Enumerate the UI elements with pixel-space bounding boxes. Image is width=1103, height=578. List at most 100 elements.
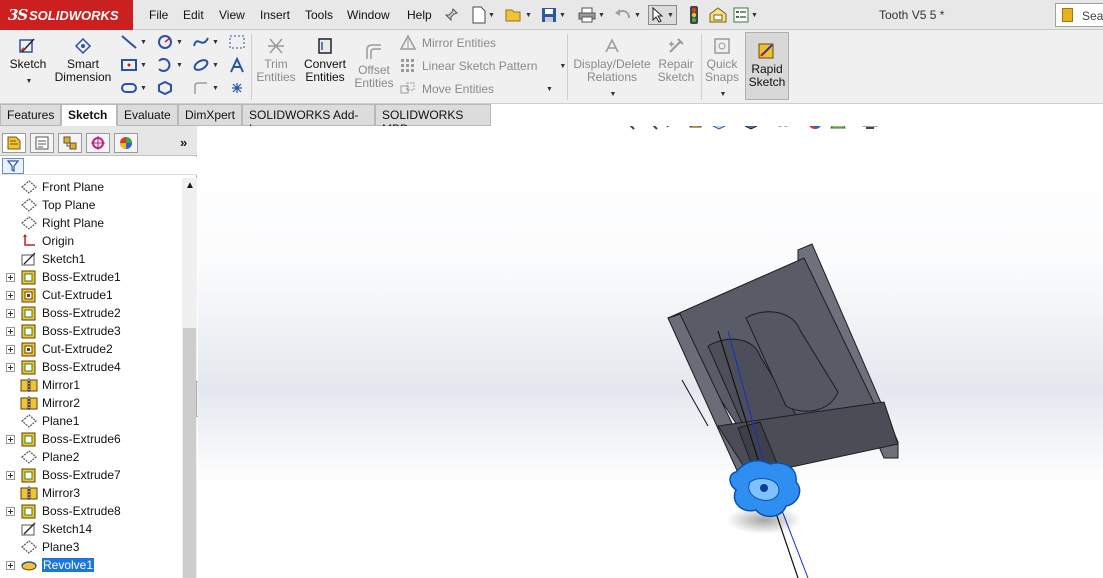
expand-toggle-icon[interactable] — [6, 345, 15, 354]
print-icon[interactable]: ▼ — [578, 5, 605, 25]
select-pointer-icon[interactable]: ▼ — [648, 5, 677, 25]
options-icon[interactable]: ▼ — [733, 5, 758, 25]
tab-solidworks-add-ins[interactable]: SOLIDWORKS Add-Ins — [242, 104, 375, 136]
text-tool[interactable] — [228, 56, 246, 74]
expand-toggle-icon[interactable] — [6, 327, 15, 336]
arc-tool[interactable]: ▼ — [156, 56, 183, 74]
save-icon[interactable]: ▼ — [541, 5, 566, 25]
tree-item-front-plane[interactable]: Front Plane — [0, 178, 182, 196]
tree-scrollbar[interactable]: ▲ — [182, 178, 197, 578]
tree-item-mirror2[interactable]: Mirror2 — [0, 394, 182, 412]
move-entities-button[interactable]: Move Entities ▼ — [400, 81, 553, 97]
expand-toggle-icon[interactable] — [6, 309, 15, 318]
menu-help[interactable]: Help — [407, 8, 432, 22]
tree-item-boss-extrude2[interactable]: Boss-Extrude2 — [0, 304, 182, 322]
line-tool[interactable]: ▼ — [120, 33, 147, 51]
tree-item-cut-extrude1[interactable]: Cut-Extrude1 — [0, 286, 182, 304]
linear-sketch-pattern-button[interactable]: Linear Sketch Pattern ▼ — [400, 58, 566, 74]
pin-icon[interactable] — [444, 5, 458, 25]
smart-dimension-button[interactable]: Smart Dimension — [54, 36, 112, 84]
tree-item-plane2[interactable]: Plane2 — [0, 448, 182, 466]
tree-item-origin[interactable]: Origin — [0, 232, 182, 250]
tree-item-mirror1[interactable]: Mirror1 — [0, 376, 182, 394]
rapid-sketch-button[interactable]: Rapid Sketch — [745, 32, 789, 100]
display-delete-relations-button[interactable]: Display/Delete Relations ▼ — [571, 36, 653, 101]
grid-tool[interactable] — [228, 33, 246, 51]
expand-toggle-icon[interactable] — [6, 435, 15, 444]
expand-toggle-icon[interactable] — [6, 471, 15, 480]
expand-toggle-icon[interactable] — [6, 561, 15, 570]
ellipse-tool[interactable]: ▼ — [192, 56, 219, 74]
tab-evaluate[interactable]: Evaluate — [117, 104, 178, 126]
tree-item-boss-extrude6[interactable]: Boss-Extrude6 — [0, 430, 182, 448]
spline-icon — [193, 37, 209, 47]
expand-toggle-icon[interactable] — [6, 291, 15, 300]
menu-edit[interactable]: Edit — [183, 8, 204, 22]
tree-item-plane1[interactable]: Plane1 — [0, 412, 182, 430]
sketch-button[interactable]: Sketch ▼ — [6, 36, 50, 88]
filter-icon[interactable] — [2, 158, 24, 174]
tab-features[interactable]: Features — [0, 104, 61, 126]
tooth-model[interactable] — [667, 243, 899, 578]
tab-dimxpert[interactable]: DimXpert — [178, 104, 242, 126]
tree-item-cut-extrude2[interactable]: Cut-Extrude2 — [0, 340, 182, 358]
tab-solidworks-mbd[interactable]: SOLIDWORKS MBD — [375, 104, 491, 136]
configuration-manager-tab[interactable] — [58, 133, 82, 153]
solidworks-logo[interactable]: 3S SOLIDWORKS — [0, 0, 133, 30]
expand-toggle-icon[interactable] — [6, 273, 15, 282]
point-tool[interactable] — [228, 79, 246, 97]
revolve1-highlight[interactable] — [729, 459, 801, 518]
menu-view[interactable]: View — [219, 8, 245, 22]
new-document-icon[interactable]: ▼ — [472, 5, 495, 25]
offset-entities-button[interactable]: Offset Entities — [352, 42, 396, 90]
dimxpert-manager-tab[interactable] — [86, 133, 110, 153]
fillet-tool[interactable]: ▼ — [192, 79, 219, 97]
tree-item-revolve1[interactable]: Revolve1 — [0, 556, 182, 574]
menu-insert[interactable]: Insert — [260, 8, 290, 22]
rectangle-tool[interactable]: ▼ — [120, 56, 147, 74]
graphics-area[interactable]: ▼▼▼▼▼ — [198, 126, 1103, 578]
property-manager-tab[interactable] — [30, 133, 54, 153]
tree-item-boss-extrude1[interactable]: Boss-Extrude1 — [0, 268, 182, 286]
file-properties-icon[interactable] — [709, 5, 727, 25]
offset-icon — [366, 44, 381, 59]
tree-item-sketch1[interactable]: Sketch1 — [0, 250, 182, 268]
tree-item-sketch14[interactable]: Sketch14 — [0, 520, 182, 538]
document-title: Tooth V5 5 * — [879, 8, 945, 22]
repair-sketch-button[interactable]: Repair Sketch — [655, 36, 697, 84]
undo-icon[interactable]: ▼ — [614, 5, 641, 25]
mirror-entities-button[interactable]: Mirror Entities — [400, 35, 496, 51]
tab-sketch[interactable]: Sketch — [61, 104, 117, 126]
menu-window[interactable]: Window — [347, 8, 390, 22]
tree-item-top-plane[interactable]: Top Plane — [0, 196, 182, 214]
circle-tool[interactable]: ▼ — [156, 33, 183, 51]
model-viewport — [667, 243, 899, 578]
menu-file[interactable]: File — [149, 8, 168, 22]
rebuild-traffic-light-icon[interactable] — [690, 5, 698, 25]
more-tabs-chevron-icon[interactable]: » — [180, 135, 187, 150]
tree-item-boss-extrude8[interactable]: Boss-Extrude8 — [0, 502, 182, 520]
rapid-sketch-label-2: Sketch — [748, 75, 786, 89]
tree-item-boss-extrude4[interactable]: Boss-Extrude4 — [0, 358, 182, 376]
tree-item-mirror3[interactable]: Mirror3 — [0, 484, 182, 502]
scroll-up-arrow-icon[interactable]: ▲ — [185, 180, 195, 191]
polygon-tool[interactable] — [156, 79, 174, 97]
display-manager-tab[interactable] — [114, 133, 138, 153]
tree-item-boss-extrude7[interactable]: Boss-Extrude7 — [0, 466, 182, 484]
tree-item-boss-extrude3[interactable]: Boss-Extrude3 — [0, 322, 182, 340]
spline-tool[interactable]: ▼ — [192, 33, 219, 51]
search-input[interactable]: Sear — [1055, 3, 1103, 27]
convert-entities-button[interactable]: Convert Entities — [302, 36, 348, 84]
open-folder-icon[interactable]: ▼ — [505, 5, 532, 25]
feature-manager-tab[interactable] — [2, 133, 26, 153]
scroll-thumb[interactable] — [183, 328, 196, 578]
expand-toggle-icon[interactable] — [6, 363, 15, 372]
slot-tool[interactable]: ▼ — [120, 79, 147, 97]
expand-toggle-icon[interactable] — [6, 507, 15, 516]
trim-entities-button[interactable]: Trim Entities — [254, 36, 298, 84]
quick-snaps-button[interactable]: Quick Snaps ▼ — [703, 36, 741, 101]
tree-item-label: Plane2 — [42, 450, 80, 464]
tree-item-right-plane[interactable]: Right Plane — [0, 214, 182, 232]
menu-tools[interactable]: Tools — [305, 8, 333, 22]
tree-item-plane3[interactable]: Plane3 — [0, 538, 182, 556]
